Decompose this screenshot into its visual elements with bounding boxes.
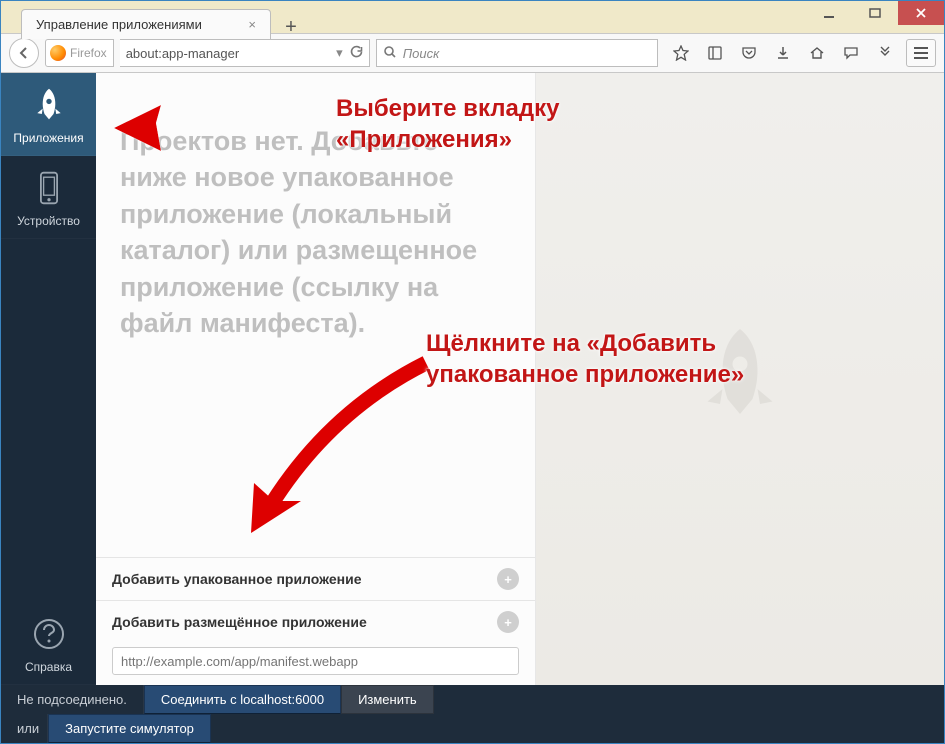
firefox-icon [50, 45, 66, 61]
minimize-button[interactable] [806, 1, 852, 25]
window-controls [806, 1, 944, 25]
sidebar-item-help[interactable]: Справка [1, 602, 96, 685]
home-icon[interactable] [808, 44, 826, 62]
start-simulator-button[interactable]: Запустите симулятор [48, 714, 211, 743]
search-box[interactable]: Поиск [376, 39, 658, 67]
identity-label: Firefox [70, 46, 107, 60]
phone-icon [31, 170, 67, 206]
sidebar-icon[interactable] [706, 44, 724, 62]
add-hosted-label: Добавить размещённое приложение [112, 614, 367, 630]
sidebar-label: Устройство [17, 214, 80, 228]
maximize-button[interactable] [852, 1, 898, 25]
browser-tab[interactable]: Управление приложениями × [21, 9, 271, 39]
reload-icon[interactable] [349, 45, 363, 62]
sidebar-label: Приложения [13, 131, 83, 145]
search-icon [383, 45, 397, 62]
main-panel: Проектов нет. Добавьте ниже новое упаков… [96, 73, 944, 685]
identity-box[interactable]: Firefox [45, 39, 114, 67]
change-button[interactable]: Изменить [341, 685, 434, 714]
or-label: или [1, 714, 48, 743]
plus-icon[interactable]: + [497, 568, 519, 590]
nav-toolbar: Firefox about:app-manager ▾ Поиск [1, 33, 944, 73]
no-projects-text: Проектов нет. Добавьте ниже новое упаков… [96, 113, 535, 557]
sidebar-item-device[interactable]: Устройство [1, 156, 96, 239]
bookmark-star-icon[interactable] [672, 44, 690, 62]
sidebar-label: Справка [25, 660, 72, 674]
chat-icon[interactable] [842, 44, 860, 62]
new-tab-button[interactable]: + [277, 15, 305, 39]
back-button[interactable] [9, 38, 39, 68]
connection-status: Не подсоединено. [1, 685, 144, 714]
rocket-placeholder-icon [695, 324, 785, 434]
tab-strip: Управление приложениями × + [21, 9, 305, 39]
downloads-icon[interactable] [774, 44, 792, 62]
search-placeholder: Поиск [403, 46, 440, 61]
url-text: about:app-manager [126, 46, 330, 61]
connection-bar: Не подсоединено. Соединить с localhost:6… [1, 685, 944, 743]
help-icon [31, 616, 67, 652]
connect-button[interactable]: Соединить с localhost:6000 [144, 685, 341, 714]
dropdown-icon[interactable]: ▾ [336, 45, 343, 61]
manifest-url-input[interactable] [112, 647, 519, 675]
plus-icon[interactable]: + [497, 611, 519, 633]
preview-panel [536, 73, 944, 685]
browser-window: Управление приложениями × + Firefox [0, 0, 945, 744]
close-button[interactable] [898, 1, 944, 25]
titlebar: Управление приложениями × + [1, 1, 944, 33]
sidebar-item-apps[interactable]: Приложения [1, 73, 96, 156]
tab-close-icon[interactable]: × [244, 17, 260, 32]
rocket-icon [31, 87, 67, 123]
projects-panel: Проектов нет. Добавьте ниже новое упаков… [96, 73, 536, 685]
overflow-icon[interactable] [876, 44, 894, 62]
add-packaged-label: Добавить упакованное приложение [112, 571, 362, 587]
app-manager-sidebar: Приложения Устройство Справка [1, 73, 96, 685]
menu-button[interactable] [906, 39, 936, 67]
add-hosted-row: Добавить размещённое приложение + [96, 600, 535, 685]
tab-title: Управление приложениями [36, 17, 202, 32]
toolbar-icons [664, 44, 894, 62]
url-bar[interactable]: about:app-manager ▾ [120, 39, 370, 67]
pocket-icon[interactable] [740, 44, 758, 62]
content-area: Приложения Устройство Справка [1, 73, 944, 685]
add-packaged-row[interactable]: Добавить упакованное приложение + [96, 557, 535, 600]
